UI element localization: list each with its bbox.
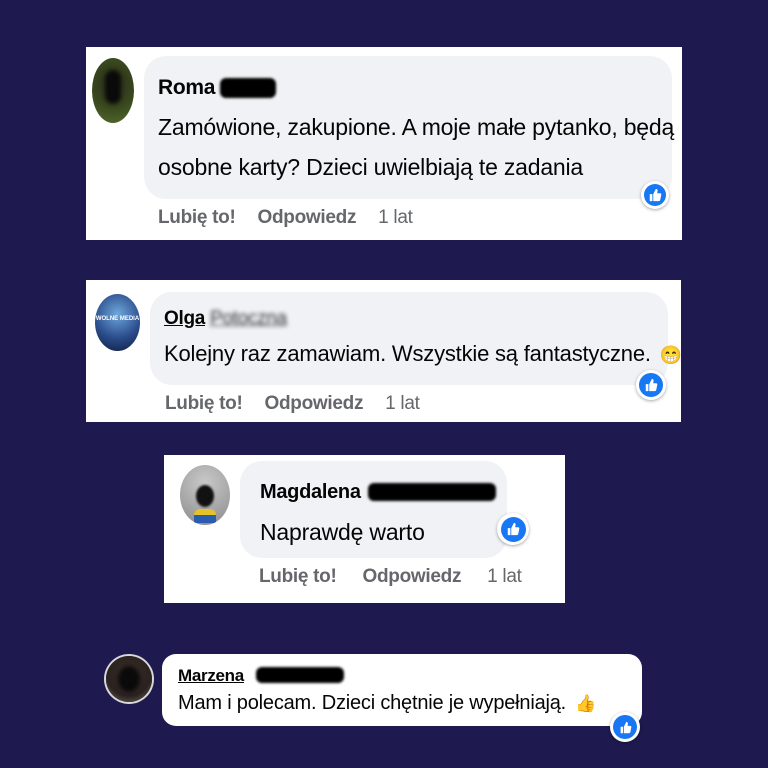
like-reaction-icon[interactable]	[497, 513, 529, 545]
comment-card-roma: Roma Zamówione, zakupione. A moje małe p…	[86, 47, 682, 240]
redacted-surname	[368, 483, 496, 501]
comment-bubble-marzena: Marzena Mam i polecam. Dzieci chętnie je…	[162, 654, 642, 726]
grinning-emoji-icon: 😁	[659, 345, 682, 365]
comment-text: Mam i polecam. Dzieci chętnie je wypełni…	[178, 692, 597, 714]
commenter-name[interactable]: Magdalena	[260, 481, 361, 504]
comment-text-line2: osobne karty? Dzieci uwielbiają te zadan…	[158, 154, 584, 180]
like-link[interactable]: Lubię to!	[165, 393, 243, 415]
timestamp[interactable]: 1 lat	[385, 393, 420, 415]
like-reaction-icon[interactable]	[636, 370, 666, 400]
comment-actions: Lubię to! Odpowiedz 1 lat	[158, 207, 413, 229]
comment-bubble: Roma Zamówione, zakupione. A moje małe p…	[144, 56, 675, 199]
like-link[interactable]: Lubię to!	[259, 566, 337, 588]
comment-text: Naprawdę warto	[260, 519, 425, 545]
comment-bubble: Magdalena Naprawdę warto	[240, 461, 507, 558]
thumbs-up-icon	[649, 188, 662, 202]
reply-link[interactable]: Odpowiedz	[258, 207, 357, 229]
like-link[interactable]: Lubię to!	[158, 207, 236, 229]
avatar[interactable]: WOLNE MEDIA	[95, 294, 140, 351]
avatar[interactable]	[92, 58, 134, 123]
redacted-surname	[256, 667, 344, 683]
reply-link[interactable]: Odpowiedz	[265, 393, 364, 415]
avatar[interactable]	[180, 465, 230, 525]
commenter-surname-partial: Potoczna	[210, 308, 287, 329]
comment-actions: Lubię to! Odpowiedz 1 lat	[165, 393, 420, 415]
comment-bubble: Olga Potoczna Kolejny raz zamawiam. Wszy…	[150, 292, 682, 385]
commenter-name[interactable]: Marzena	[178, 666, 244, 686]
avatar-logo-text: WOLNE MEDIA	[95, 316, 140, 322]
thumbs-up-icon	[507, 522, 520, 536]
thumbs-up-icon	[620, 721, 631, 733]
commenter-name[interactable]: Roma	[158, 76, 215, 100]
commenter-name[interactable]: Olga	[164, 308, 205, 330]
timestamp[interactable]: 1 lat	[378, 207, 413, 229]
thumbs-up-icon	[645, 378, 658, 392]
like-reaction-icon[interactable]	[610, 712, 640, 742]
like-reaction-icon[interactable]	[641, 181, 669, 209]
comment-text-line1: Zamówione, zakupione. A moje małe pytank…	[158, 114, 675, 140]
thumbs-up-emoji-icon: 👍	[575, 694, 597, 713]
timestamp[interactable]: 1 lat	[487, 566, 522, 588]
comment-card-olga: WOLNE MEDIA Olga Potoczna Kolejny raz za…	[86, 280, 682, 422]
comment-card-magdalena: Magdalena Naprawdę warto Lubię to! Odpow…	[164, 455, 565, 603]
reply-link[interactable]: Odpowiedz	[363, 566, 462, 588]
redacted-surname	[220, 78, 276, 98]
comment-text: Kolejny raz zamawiam. Wszystkie są fanta…	[164, 341, 682, 366]
avatar[interactable]	[106, 656, 152, 702]
comment-actions: Lubię to! Odpowiedz 1 lat	[259, 566, 522, 588]
